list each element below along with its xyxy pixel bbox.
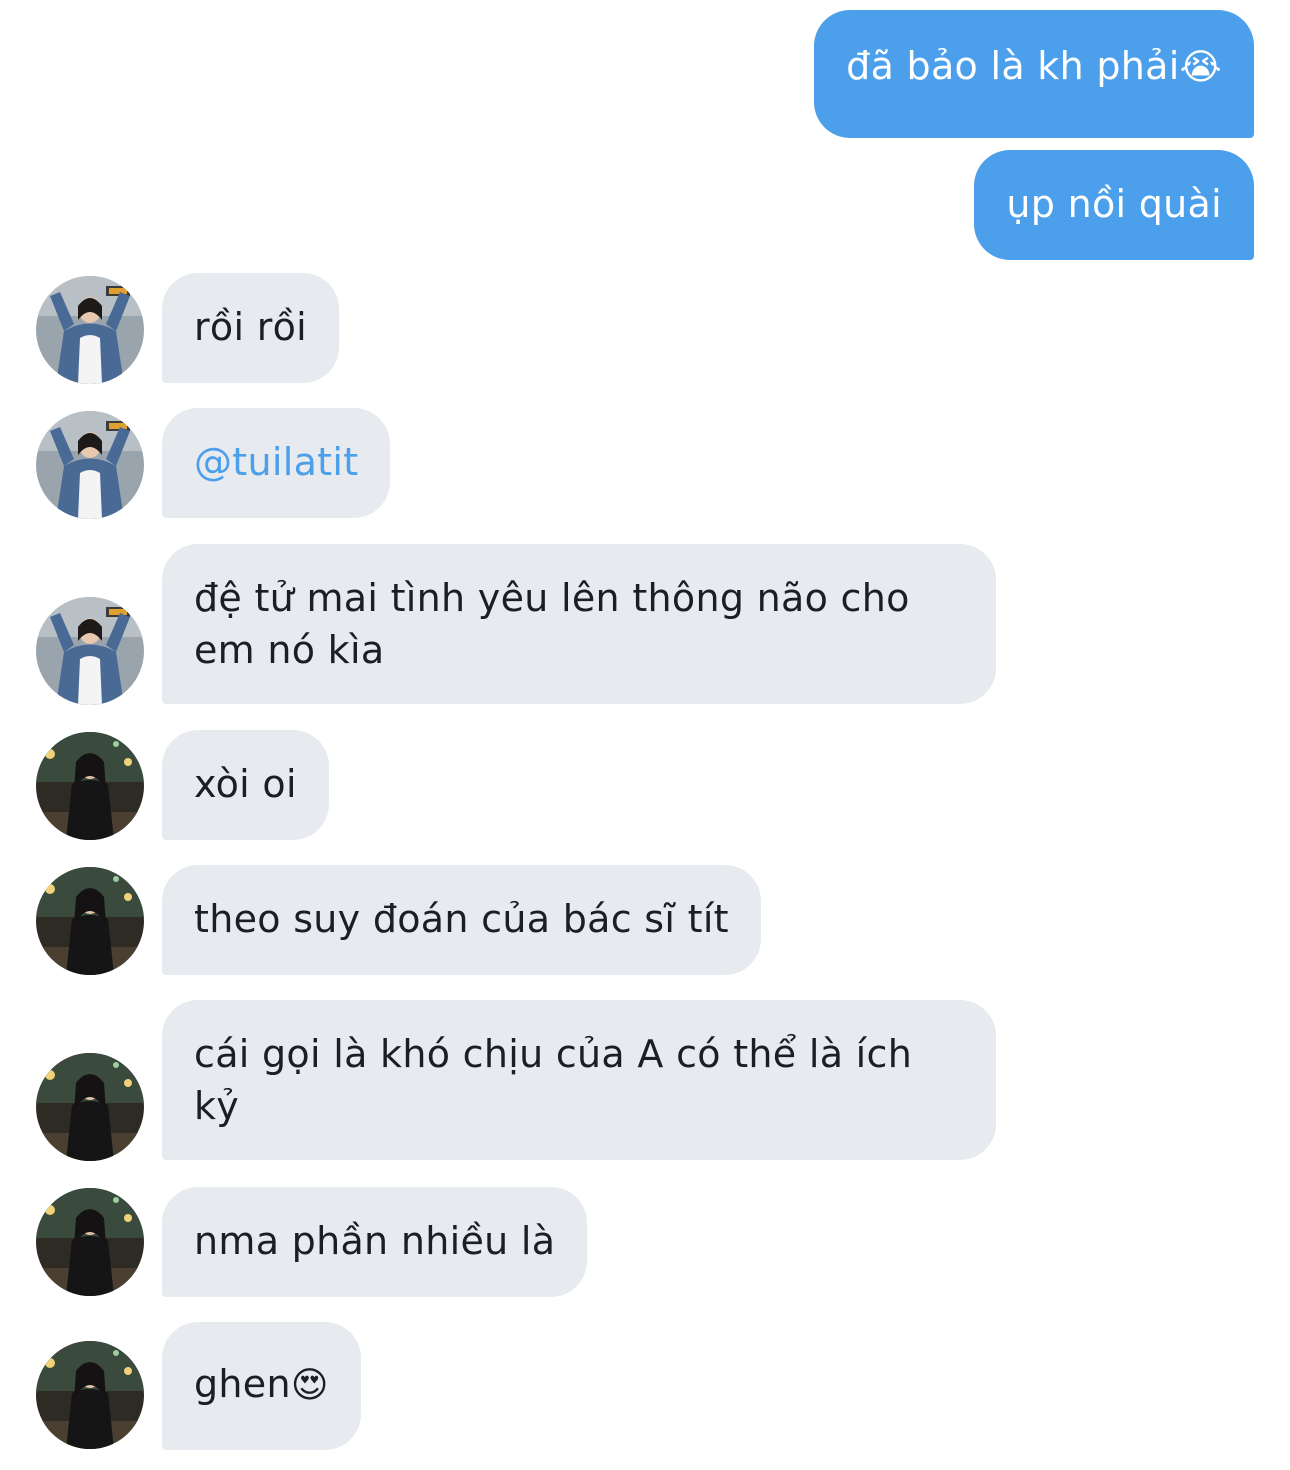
incoming-message[interactable]: cái gọi là khó chịu của A có thể là ích … bbox=[162, 1000, 996, 1160]
user-avatar-a[interactable] bbox=[36, 276, 144, 384]
message-text: đã bảo là kh phải bbox=[846, 44, 1180, 88]
message-text: nma phần nhiều là bbox=[194, 1219, 556, 1263]
incoming-message[interactable]: xòi oi bbox=[162, 730, 329, 840]
avatar-photo-icon bbox=[36, 1341, 144, 1449]
mention-link[interactable]: @tuilatit bbox=[194, 440, 358, 484]
outgoing-message[interactable]: đã bảo là kh phải😭 bbox=[814, 10, 1254, 138]
incoming-message[interactable]: đệ tử mai tình yêu lên thông não cho em … bbox=[162, 544, 996, 704]
message-text: xòi oi bbox=[194, 762, 297, 806]
message-text: ụp nồi quài bbox=[1006, 182, 1222, 226]
avatar-photo-icon bbox=[36, 732, 144, 840]
message-text: cái gọi là khó chịu của A có thể là ích … bbox=[194, 1032, 913, 1128]
avatar-photo-icon bbox=[36, 867, 144, 975]
incoming-message[interactable]: rồi rồi bbox=[162, 273, 340, 383]
avatar-photo-icon bbox=[36, 1053, 144, 1161]
user-avatar-a[interactable] bbox=[36, 597, 144, 705]
incoming-message[interactable]: @tuilatit bbox=[162, 408, 391, 518]
avatar-photo-icon bbox=[36, 411, 144, 519]
avatar-photo-icon bbox=[36, 1188, 144, 1296]
message-text: đệ tử mai tình yêu lên thông não cho em … bbox=[194, 576, 910, 672]
user-avatar-b[interactable] bbox=[36, 1341, 144, 1449]
user-avatar-b[interactable] bbox=[36, 732, 144, 840]
crying-emoji-icon: 😭 bbox=[1179, 47, 1222, 88]
message-text: ghen bbox=[194, 1362, 291, 1406]
avatar-photo-icon bbox=[36, 276, 144, 384]
user-avatar-a[interactable] bbox=[36, 411, 144, 519]
user-avatar-b[interactable] bbox=[36, 1053, 144, 1161]
incoming-message[interactable]: theo suy đoán của bác sĩ tít bbox=[162, 865, 761, 975]
incoming-message[interactable]: ghen😍 bbox=[162, 1322, 361, 1450]
user-avatar-b[interactable] bbox=[36, 1188, 144, 1296]
heart-eyes-emoji-icon: 😍 bbox=[290, 1365, 329, 1406]
user-avatar-b[interactable] bbox=[36, 867, 144, 975]
message-text: theo suy đoán của bác sĩ tít bbox=[194, 897, 729, 941]
incoming-message[interactable]: nma phần nhiều là bbox=[162, 1187, 588, 1297]
message-text: rồi rồi bbox=[194, 305, 308, 349]
outgoing-message[interactable]: ụp nồi quài bbox=[974, 150, 1254, 260]
avatar-photo-icon bbox=[36, 597, 144, 705]
